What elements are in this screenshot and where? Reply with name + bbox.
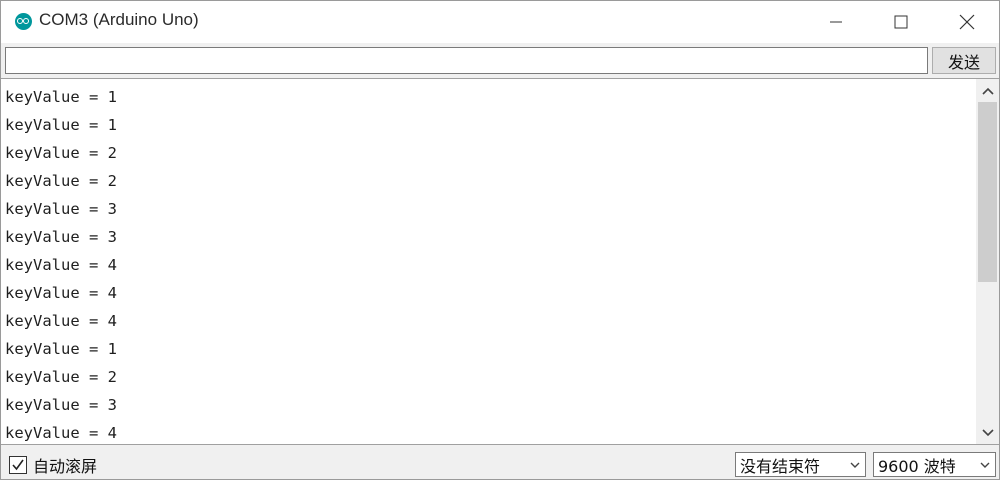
output-line: keyValue = 4 [5, 424, 117, 442]
minimize-button[interactable] [813, 1, 859, 43]
line-ending-value: 没有结束符 [740, 456, 821, 476]
serial-input[interactable] [5, 47, 928, 74]
close-icon [959, 14, 975, 30]
output-line: keyValue = 3 [5, 396, 117, 414]
autoscroll-label: 自动滚屏 [33, 457, 98, 476]
output-line: keyValue = 1 [5, 340, 117, 358]
baud-rate-select[interactable]: 9600 波特 [873, 452, 996, 477]
output-line: keyValue = 1 [5, 116, 117, 134]
send-button[interactable]: 发送 [932, 47, 996, 74]
send-bar: 发送 [1, 43, 999, 77]
output-line: keyValue = 3 [5, 228, 117, 246]
output-lines: keyValue = 1 keyValue = 1 keyValue = 2 keyV… [5, 83, 973, 444]
window-title: COM3 (Arduino Uno) [39, 10, 199, 29]
scroll-up-button[interactable] [976, 79, 999, 102]
autoscroll-toggle[interactable]: 自动滚屏 [9, 453, 97, 477]
line-ending-select[interactable]: 没有结束符 [735, 452, 866, 477]
output-line: keyValue = 4 [5, 256, 117, 274]
output-line: keyValue = 1 [5, 88, 117, 106]
baud-rate-value: 9600 波特 [878, 456, 956, 476]
output-line: keyValue = 2 [5, 368, 117, 386]
status-bar: 自动滚屏 没有结束符 9600 波特 [1, 446, 999, 479]
chevron-down-icon [981, 428, 994, 436]
chevron-down-icon [850, 462, 860, 468]
serial-monitor-window: COM3 (Arduino Uno) 发送 keyValue = 1 keyVal… [0, 0, 1000, 480]
output-line: keyValue = 3 [5, 200, 117, 218]
serial-output[interactable]: keyValue = 1 keyValue = 1 keyValue = 2 keyV… [1, 78, 999, 445]
output-line: keyValue = 2 [5, 144, 117, 162]
chevron-up-icon [981, 87, 994, 95]
output-line: keyValue = 4 [5, 312, 117, 330]
chevron-down-icon [980, 462, 990, 468]
output-line: keyValue = 4 [5, 284, 117, 302]
checkmark-icon [12, 459, 24, 471]
output-line: keyValue = 2 [5, 172, 117, 190]
scroll-thumb[interactable] [978, 102, 997, 282]
minimize-icon [830, 21, 842, 23]
scroll-down-button[interactable] [976, 421, 999, 444]
close-button[interactable] [944, 1, 990, 43]
vertical-scrollbar[interactable] [976, 79, 999, 444]
autoscroll-checkbox[interactable] [9, 456, 27, 474]
maximize-icon [894, 15, 908, 29]
title-bar[interactable]: COM3 (Arduino Uno) [1, 1, 999, 43]
maximize-button[interactable] [878, 1, 924, 43]
arduino-logo-icon [15, 13, 32, 30]
